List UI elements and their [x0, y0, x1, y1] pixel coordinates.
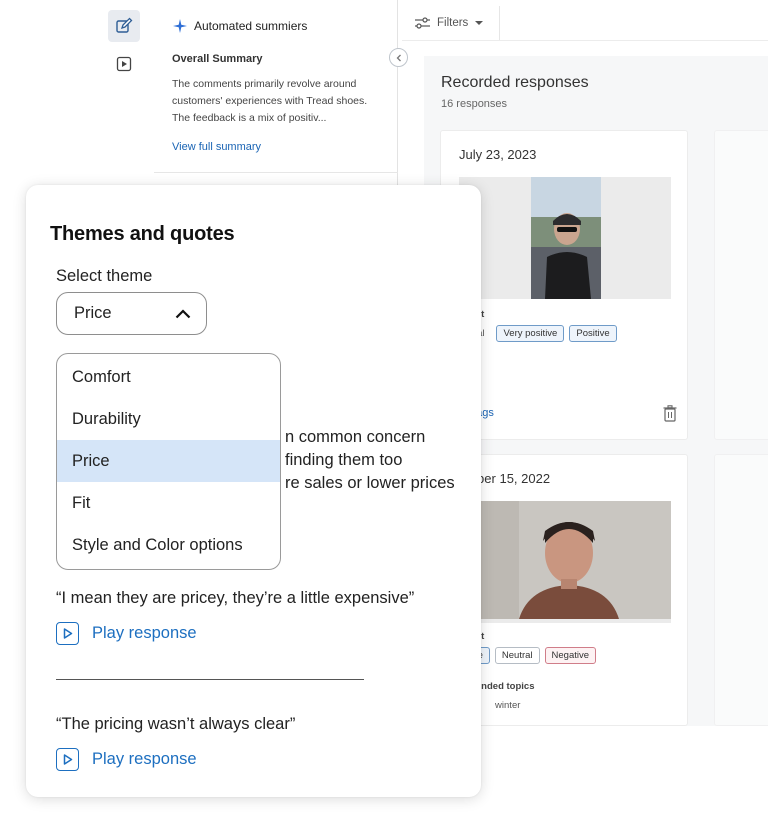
tag[interactable]: winter: [488, 697, 528, 714]
theme-option-style-and-color[interactable]: Style and Color options: [57, 524, 280, 566]
delete-button[interactable]: [663, 405, 679, 423]
play-response-label: Play response: [92, 750, 197, 768]
response-date: July 23, 2023: [459, 147, 537, 162]
theme-option-comfort[interactable]: Comfort: [57, 356, 280, 398]
edit-icon: [116, 17, 133, 33]
divider: [154, 172, 398, 173]
video-icon: [116, 56, 132, 72]
filters-button[interactable]: Filters: [402, 6, 500, 40]
filters-label: Filters: [437, 17, 469, 29]
filter-icon: [415, 17, 430, 29]
theme-option-durability[interactable]: Durability: [57, 398, 280, 440]
play-icon: [56, 748, 79, 771]
sparkle-icon: [173, 19, 187, 33]
tag[interactable]: Very positive: [496, 325, 565, 342]
divider: [56, 679, 364, 680]
edit-button[interactable]: [108, 10, 140, 42]
play-response-button[interactable]: Play response: [56, 748, 197, 771]
response-card: [714, 454, 768, 726]
woman-photo: [459, 177, 671, 299]
quote-text: “The pricing wasn’t always clear”: [56, 715, 296, 733]
quote-text: “I mean they are pricey, they’re a littl…: [56, 589, 415, 607]
response-thumbnail[interactable]: [459, 501, 671, 623]
themes-and-quotes-card: Themes and quotes Select theme Price n c…: [26, 185, 481, 797]
theme-dropdown-list: Comfort Durability Price Fit Style and C…: [56, 353, 281, 570]
play-response-button[interactable]: Play response: [56, 622, 197, 645]
chevron-up-icon: [175, 308, 191, 318]
collapse-panel-button[interactable]: [389, 48, 408, 67]
theme-select-value: Price: [74, 304, 112, 322]
collapse-chevron-icon: [396, 54, 401, 61]
play-icon: [56, 622, 79, 645]
play-response-label: Play response: [92, 624, 197, 642]
summary-header-label: Automated summiers: [194, 19, 308, 33]
divider: [402, 40, 768, 41]
theme-select[interactable]: Price: [56, 292, 207, 335]
icon-rail: [108, 10, 142, 86]
view-full-summary-link[interactable]: View full summary: [172, 141, 261, 153]
responses-count: 16 responses: [441, 98, 508, 110]
summary-subtitle: Overall Summary: [172, 53, 263, 65]
summary-text: The comments primarily revolve around cu…: [172, 78, 368, 124]
summary-panel: Automated summiers Overall Summary The c…: [154, 0, 398, 190]
tag[interactable]: Negative: [544, 647, 597, 664]
response-card: [714, 130, 768, 440]
themes-title: Themes and quotes: [50, 223, 235, 245]
theme-option-price[interactable]: Price: [57, 440, 280, 482]
man-photo: [459, 501, 671, 619]
sentiment-tags: utral Very positive Positive: [459, 325, 617, 342]
tag[interactable]: Positive: [569, 325, 617, 342]
caret-down-icon: [475, 21, 484, 25]
response-thumbnail[interactable]: [459, 177, 671, 299]
summary-header: Automated summiers: [172, 18, 307, 34]
video-button[interactable]: [108, 48, 140, 80]
theme-option-fit[interactable]: Fit: [57, 482, 280, 524]
tag[interactable]: Neutral: [494, 647, 540, 664]
select-theme-label: Select theme: [56, 267, 153, 285]
responses-title: Recorded responses: [441, 74, 589, 91]
trash-icon: [663, 405, 677, 422]
